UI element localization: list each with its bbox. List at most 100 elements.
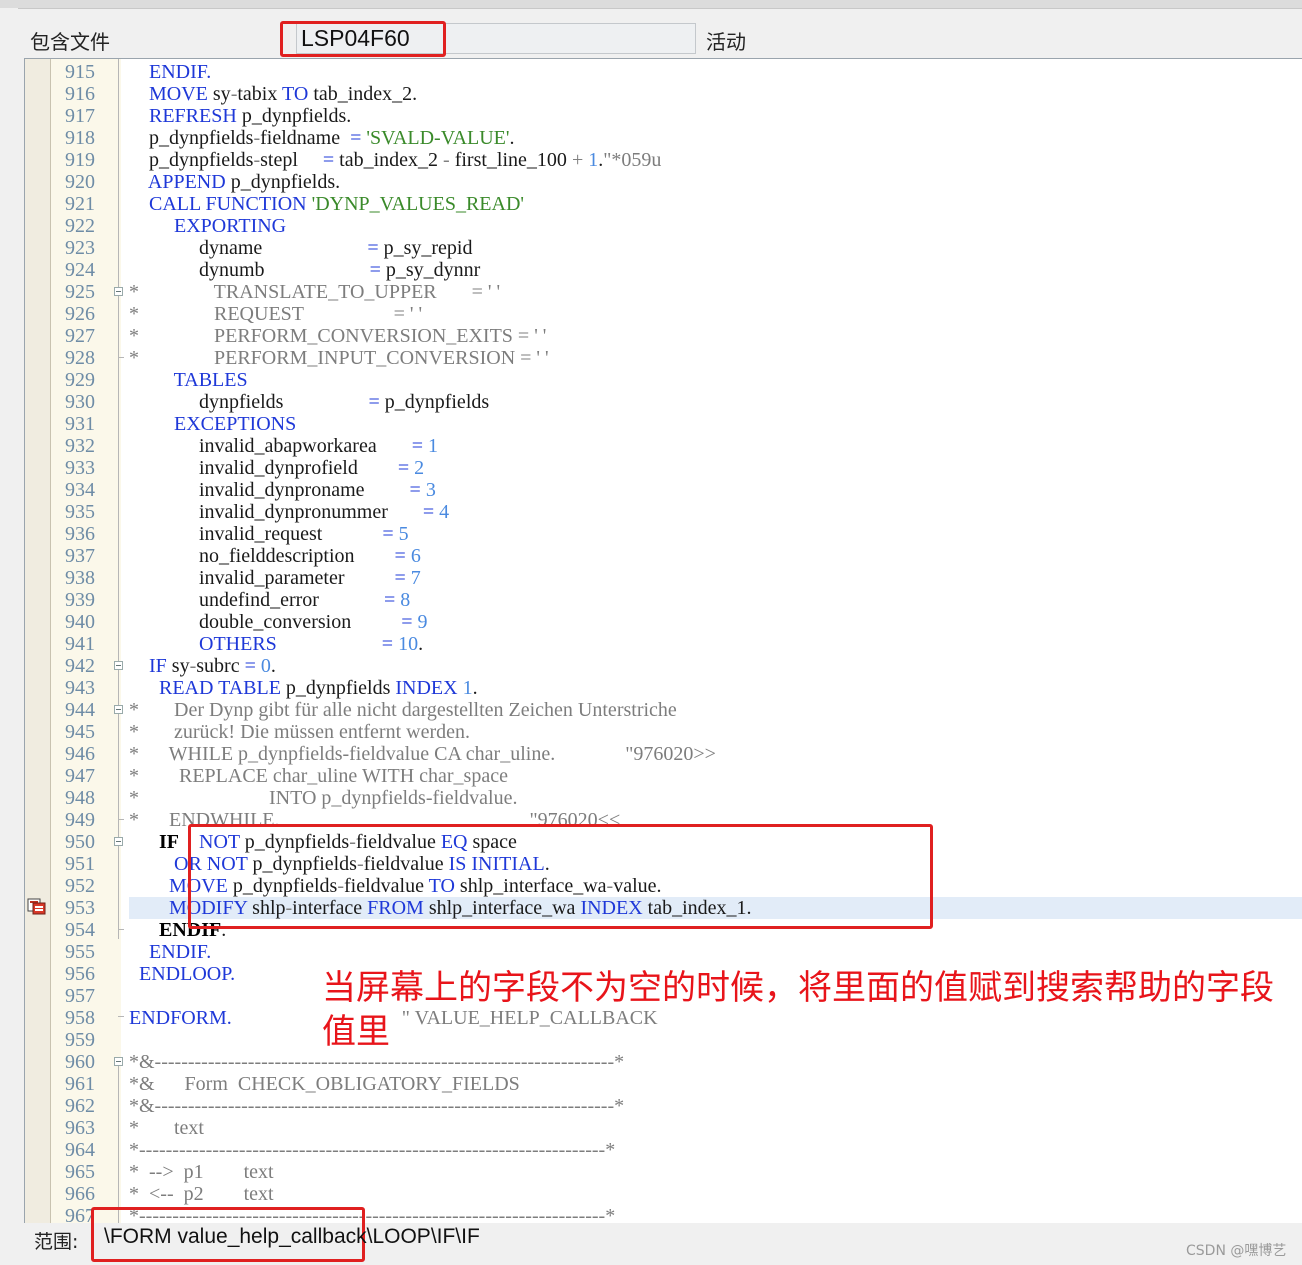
- fold-toggle-icon[interactable]: [114, 705, 123, 714]
- code-line[interactable]: 924 dynumb = p_sy_dynnr: [25, 259, 1302, 281]
- code-token: 10: [398, 633, 419, 655]
- code-line[interactable]: 944 * Der Dynp gibt für alle nicht darges…: [25, 699, 1302, 721]
- code-line[interactable]: 933 invalid_dynprofield = 2: [25, 457, 1302, 479]
- code-line[interactable]: 962 *&-----------------------------------…: [25, 1095, 1302, 1117]
- code-line[interactable]: 932 invalid_abapworkarea = 1: [25, 435, 1302, 457]
- line-number: 936: [65, 523, 95, 545]
- code-token: =: [397, 457, 410, 479]
- code-line[interactable]: 925 * TRANSLATE_TO_UPPER = ' ': [25, 281, 1302, 303]
- code-line[interactable]: 943 READ TABLE p_dynpfields INDEX 1.: [25, 677, 1302, 699]
- fold-guide: [118, 59, 119, 939]
- code-line[interactable]: 916 MOVE sy-tabix TO tab_index_2.: [25, 83, 1302, 105]
- code-line[interactable]: 915 ENDIF.: [25, 61, 1302, 83]
- code-token: ENDLOOP.: [129, 963, 236, 985]
- code-line[interactable]: 942 IF sy-subrc = 0.: [25, 655, 1302, 677]
- breakpoint-icon[interactable]: [27, 897, 47, 915]
- code-line[interactable]: 937 no_fielddescription = 6: [25, 545, 1302, 567]
- code-line[interactable]: 918 p_dynpfields-fieldname = 'SVALD-VALU…: [25, 127, 1302, 149]
- code-line[interactable]: 945 * zurück! Die müssen entfernt werden.: [25, 721, 1302, 743]
- code-text: *&--------------------------------------…: [129, 1051, 624, 1073]
- code-token: READ TABLE: [129, 677, 281, 699]
- code-line[interactable]: 940 double_conversion = 9: [25, 611, 1302, 633]
- code-text: invalid_dynprofield = 2: [129, 457, 424, 479]
- code-token: p_dynpfields: [280, 677, 396, 699]
- line-number: 941: [65, 633, 95, 655]
- code-line[interactable]: 961 *& Form CHECK_OBLIGATORY_FIELDS: [25, 1073, 1302, 1095]
- code-line[interactable]: 947 * REPLACE char_uline WITH char_space: [25, 765, 1302, 787]
- line-number: 931: [65, 413, 95, 435]
- code-line[interactable]: 920 APPEND p_dynpfields.: [25, 171, 1302, 193]
- code-token: * text: [129, 1117, 204, 1139]
- code-token: +: [571, 149, 584, 171]
- code-line[interactable]: 929 TABLES: [25, 369, 1302, 391]
- line-number: 959: [65, 1029, 95, 1051]
- code-text: *&--------------------------------------…: [129, 1095, 624, 1117]
- code-line[interactable]: 936 invalid_request = 5: [25, 523, 1302, 545]
- code-line[interactable]: 931 EXCEPTIONS: [25, 413, 1302, 435]
- code-token: 5: [398, 523, 409, 545]
- code-line[interactable]: 966 * <-- p2 text: [25, 1183, 1302, 1205]
- code-line[interactable]: 946 * WHILE p_dynpfields-fieldvalue CA ch…: [25, 743, 1302, 765]
- line-number: 956: [65, 963, 95, 985]
- code-token: 8: [400, 589, 411, 611]
- code-token: sy: [207, 83, 231, 105]
- code-line[interactable]: 930 dynpfields = p_dynpfields: [25, 391, 1302, 413]
- code-token: * WHILE p_dynpfields-fieldvalue CA char_…: [129, 743, 716, 765]
- code-token: 3: [425, 479, 436, 501]
- code-token: ENDIF.: [129, 941, 212, 963]
- code-token: EXPORTING: [129, 215, 287, 237]
- fold-toggle-icon[interactable]: [114, 837, 123, 846]
- code-text: APPEND p_dynpfields.: [129, 171, 340, 193]
- code-text: * zurück! Die müssen entfernt werden.: [129, 721, 470, 743]
- code-token: .: [418, 633, 424, 655]
- code-line[interactable]: 935 invalid_dynpronummer = 4: [25, 501, 1302, 523]
- code-line[interactable]: 922 EXPORTING: [25, 215, 1302, 237]
- code-token: =: [368, 391, 380, 413]
- line-number: 942: [65, 655, 95, 677]
- code-line[interactable]: 948 * INTO p_dynpfields-fieldvalue.: [25, 787, 1302, 809]
- line-number: 947: [65, 765, 95, 787]
- code-token: * <-- p2 text: [129, 1183, 274, 1205]
- code-line[interactable]: 923 dyname = p_sy_repid: [25, 237, 1302, 259]
- code-line[interactable]: 928 * PERFORM_INPUT_CONVERSION = ' ': [25, 347, 1302, 369]
- code-line[interactable]: 955 ENDIF.: [25, 941, 1302, 963]
- code-line[interactable]: 963 * text: [25, 1117, 1302, 1139]
- code-line[interactable]: 964 *------------------------------------…: [25, 1139, 1302, 1161]
- code-text: EXPORTING: [129, 215, 286, 237]
- line-number: 939: [65, 589, 95, 611]
- code-token: OTHERS =: [129, 633, 394, 655]
- fold-guide-end: [118, 357, 124, 358]
- code-line[interactable]: 919 p_dynpfields-stepl = tab_index_2 - f…: [25, 149, 1302, 171]
- code-line[interactable]: 926 * REQUEST = ' ': [25, 303, 1302, 325]
- code-token: * REQUEST = ' ': [129, 303, 423, 325]
- line-number: 955: [65, 941, 95, 963]
- code-text: * INTO p_dynpfields-fieldvalue.: [129, 787, 517, 809]
- code-token: p_dynpfields: [129, 149, 254, 171]
- code-line[interactable]: 917 REFRESH p_dynpfields.: [25, 105, 1302, 127]
- code-token: dyname: [129, 237, 368, 259]
- code-line[interactable]: 939 undefind_error = 8: [25, 589, 1302, 611]
- code-text: * text: [129, 1117, 204, 1139]
- fold-toggle-icon[interactable]: [114, 661, 123, 670]
- code-token: 2: [414, 457, 425, 479]
- fold-toggle-icon[interactable]: [114, 287, 123, 296]
- code-line[interactable]: 921 CALL FUNCTION 'DYNP_VALUES_READ': [25, 193, 1302, 215]
- code-token: 'SVALD-VALUE': [366, 127, 510, 149]
- code-line[interactable]: 934 invalid_dynproname = 3: [25, 479, 1302, 501]
- code-text: ENDLOOP.: [129, 963, 235, 985]
- code-token: =: [409, 479, 421, 501]
- code-line[interactable]: 938 invalid_parameter = 7: [25, 567, 1302, 589]
- code-line[interactable]: 960 *&-----------------------------------…: [25, 1051, 1302, 1073]
- code-token: subrc: [196, 655, 245, 677]
- code-token: * PERFORM_INPUT_CONVERSION = ' ': [129, 347, 549, 369]
- fold-guide-end: [118, 1016, 124, 1017]
- code-token: .: [509, 127, 515, 149]
- code-line[interactable]: 927 * PERFORM_CONVERSION_EXITS = ' ': [25, 325, 1302, 347]
- code-line[interactable]: 965 * --> p1 text: [25, 1161, 1302, 1183]
- code-token: .: [472, 677, 478, 699]
- include-label: 包含文件: [30, 30, 110, 54]
- code-line[interactable]: 941 OTHERS = 10.: [25, 633, 1302, 655]
- fold-toggle-icon[interactable]: [114, 1057, 123, 1066]
- fold-guide-end: [118, 819, 124, 820]
- code-text: undefind_error = 8: [129, 589, 410, 611]
